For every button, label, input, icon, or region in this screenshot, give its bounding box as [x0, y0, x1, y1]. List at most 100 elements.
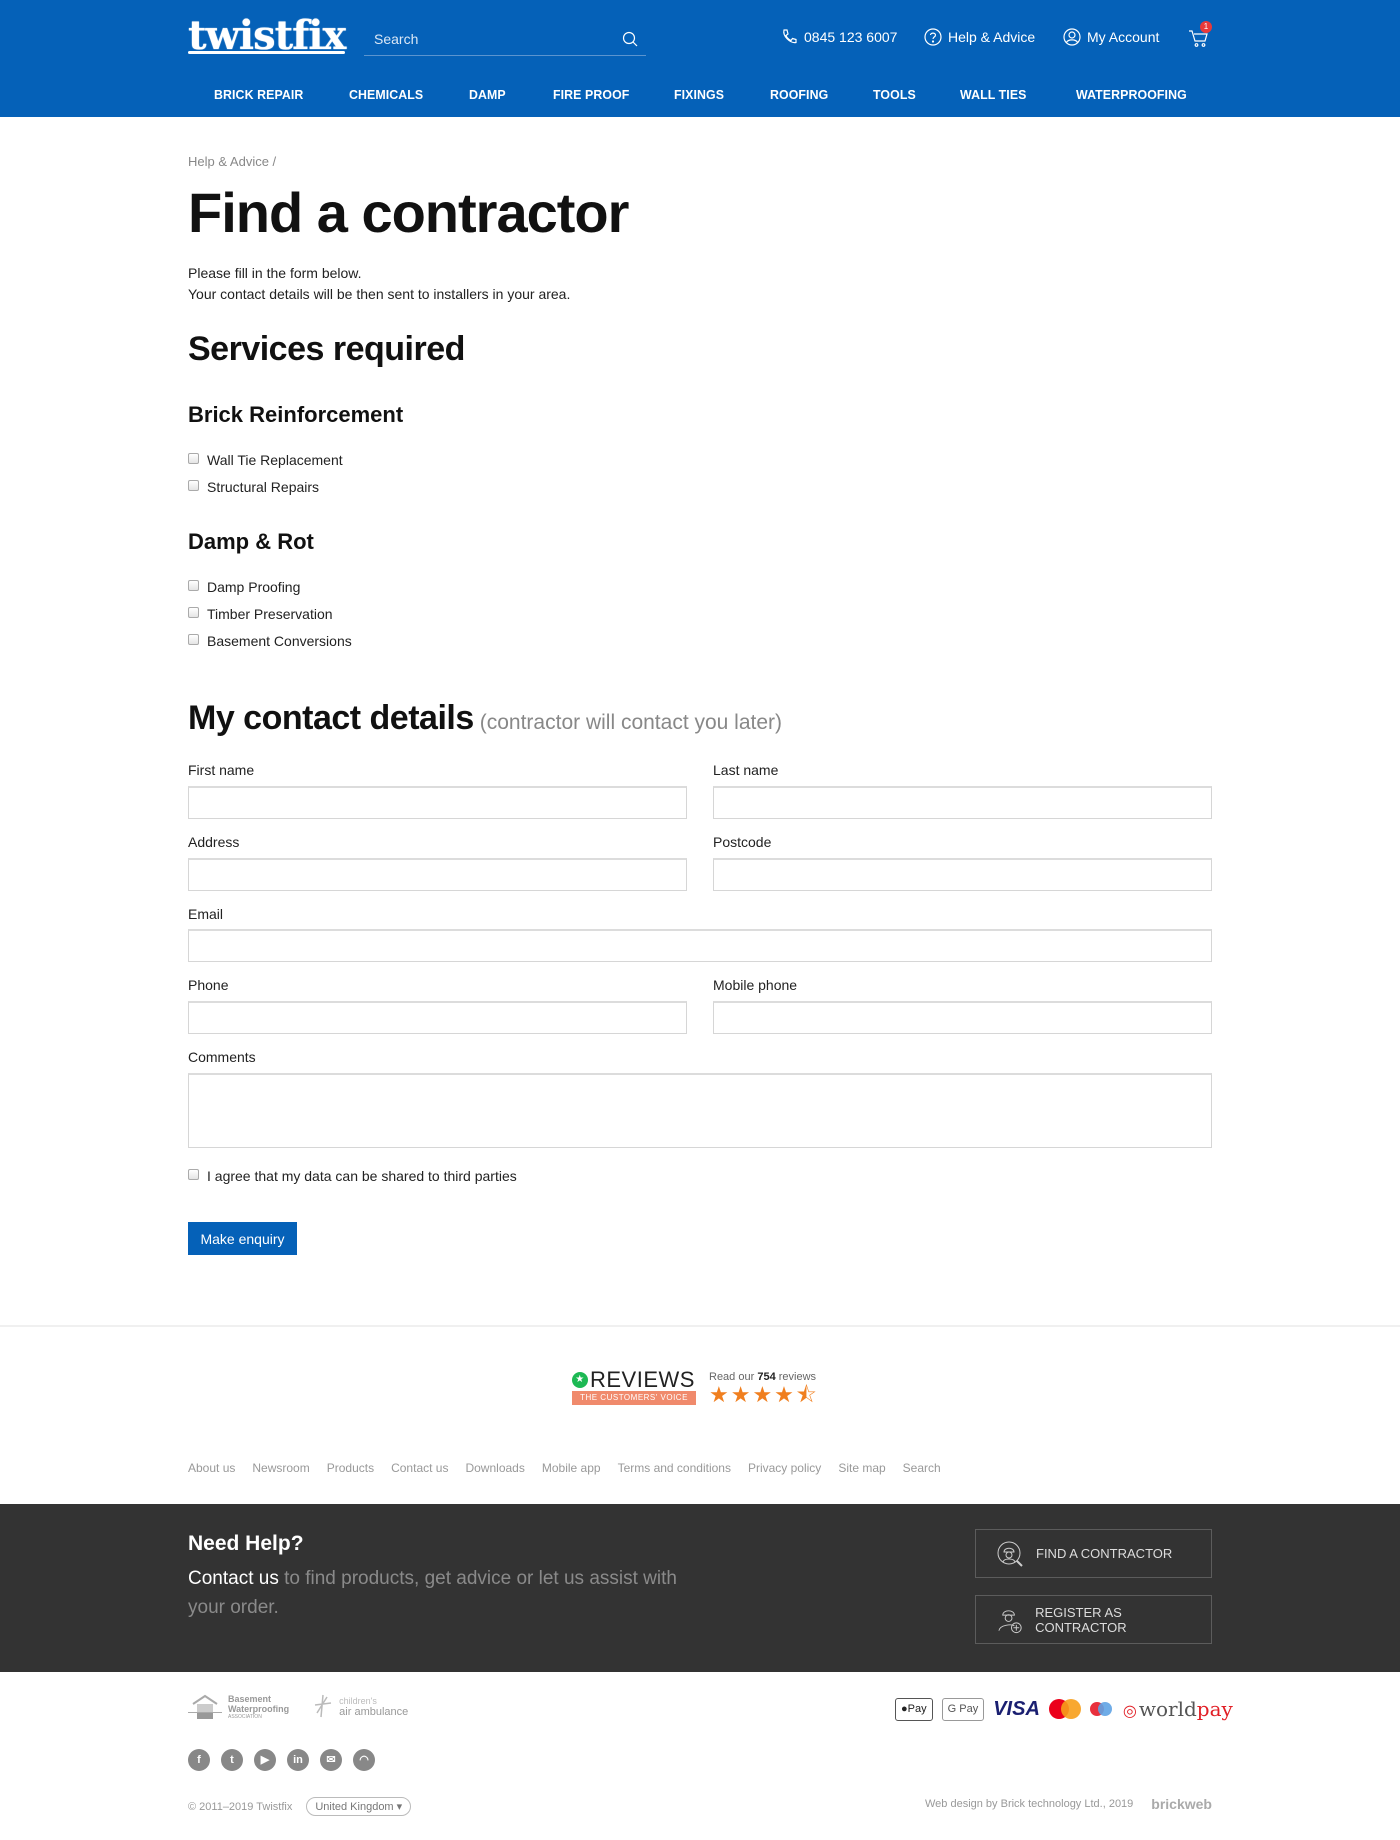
find-contractor-button[interactable]: FIND A CONTRACTOR	[975, 1529, 1212, 1578]
twistfix-logo[interactable]: twistfix	[188, 14, 346, 58]
email-field	[188, 929, 1212, 962]
cart-count-badge: 1	[1200, 21, 1212, 33]
need-help-title: Need Help?	[188, 1532, 304, 1555]
phone-number: 0845 123 6007	[804, 29, 898, 45]
facebook-icon[interactable]: f	[188, 1749, 210, 1771]
star-rating-icon: ★★★★⯪	[709, 1382, 819, 1407]
intro-line-1: Please fill in the form below.	[188, 265, 362, 281]
twitter-icon[interactable]: t	[221, 1749, 243, 1771]
checkbox[interactable]	[188, 479, 199, 491]
footer-link-products[interactable]: Products	[327, 1461, 374, 1475]
checkbox[interactable]	[188, 606, 199, 618]
first-name-input[interactable]	[189, 788, 686, 818]
apple-pay-text: Pay	[907, 1702, 927, 1715]
question-circle-icon	[924, 28, 942, 46]
search-input[interactable]	[364, 24, 604, 54]
payment-methods: ●Pay G Pay VISA ◎ world pay	[895, 1697, 1233, 1721]
services-heading: Services required	[188, 330, 465, 368]
footer-link-about[interactable]: About us	[188, 1461, 235, 1475]
postcode-input[interactable]	[714, 860, 1211, 890]
phone-field	[188, 1001, 687, 1034]
email-icon[interactable]: ✉	[320, 1749, 342, 1771]
search-icon[interactable]	[622, 31, 638, 47]
star-badge-icon: ★	[572, 1372, 588, 1388]
find-contractor-label: FIND A CONTRACTOR	[1036, 1546, 1173, 1561]
reviews-widget[interactable]: ★ REVIEWS THE CUSTOMERS' VOICE Read our …	[572, 1367, 822, 1409]
first-name-label: First name	[188, 762, 255, 778]
checkbox[interactable]	[188, 633, 199, 645]
mobile-phone-input[interactable]	[714, 1003, 1211, 1033]
comments-field	[188, 1073, 1212, 1148]
reviews-logo: ★ REVIEWS	[572, 1367, 695, 1393]
checkbox-basement-conversions[interactable]: Basement Conversions	[188, 633, 352, 649]
postcode-label: Postcode	[713, 834, 772, 850]
checkbox-label: Wall Tie Replacement	[207, 452, 343, 468]
nav-fire-proof[interactable]: FIRE PROOF	[553, 87, 629, 102]
brickweb-logo[interactable]: brickweb	[1151, 1796, 1212, 1812]
page-title: Find a contractor	[188, 181, 629, 244]
footer-link-terms[interactable]: Terms and conditions	[618, 1461, 731, 1475]
country-selector[interactable]: United Kingdom ▾	[306, 1797, 412, 1816]
visa-logo: VISA	[993, 1697, 1040, 1720]
nav-tools[interactable]: TOOLS	[873, 87, 916, 102]
email-input[interactable]	[189, 931, 1211, 961]
credit-text[interactable]: Web design by Brick technology Ltd., 201…	[925, 1798, 1133, 1810]
agree-checkbox-row[interactable]: I agree that my data can be shared to th…	[188, 1168, 517, 1184]
footer-link-search[interactable]: Search	[903, 1461, 941, 1475]
agree-checkbox[interactable]	[188, 1168, 199, 1180]
nav-chemicals[interactable]: CHEMICALS	[349, 87, 423, 102]
checkbox-damp-proofing[interactable]: Damp Proofing	[188, 579, 300, 595]
address-label: Address	[188, 834, 240, 850]
breadcrumb[interactable]: Help & Advice /	[188, 154, 276, 169]
first-name-field	[188, 786, 687, 819]
last-name-input[interactable]	[714, 788, 1211, 818]
help-advice-label: Help & Advice	[948, 29, 1036, 45]
nav-roofing[interactable]: ROOFING	[770, 87, 828, 102]
checkbox-timber-preservation[interactable]: Timber Preservation	[188, 606, 333, 622]
checkbox-wall-tie-replacement[interactable]: Wall Tie Replacement	[188, 452, 343, 468]
basement-waterproofing-association-logo[interactable]: Basement Waterproofing ASSOCIATION	[188, 1693, 289, 1721]
mobile-phone-label: Mobile phone	[713, 977, 798, 993]
apple-pay-logo: ●Pay	[895, 1697, 933, 1721]
youtube-icon[interactable]: ▶	[254, 1749, 276, 1771]
checkbox-structural-repairs[interactable]: Structural Repairs	[188, 479, 319, 495]
bwa-line-2: Waterproofing	[228, 1704, 290, 1714]
maestro-logo	[1089, 1699, 1114, 1719]
phone-input[interactable]	[189, 1003, 686, 1033]
footer-link-privacy[interactable]: Privacy policy	[748, 1461, 821, 1475]
associations: Basement Waterproofing ASSOCIATION child…	[188, 1693, 408, 1721]
mastercard-logo	[1048, 1699, 1081, 1719]
nav-fixings[interactable]: FIXINGS	[674, 87, 724, 102]
footer-link-mobile-app[interactable]: Mobile app	[542, 1461, 601, 1475]
checkbox-label: Structural Repairs	[207, 479, 320, 495]
comments-label: Comments	[188, 1049, 256, 1065]
nav-damp[interactable]: DAMP	[469, 87, 506, 102]
linkedin-icon[interactable]: in	[287, 1749, 309, 1771]
worldpay-globe-icon: ◎	[1122, 1701, 1137, 1720]
nav-waterproofing[interactable]: WATERPROOFING	[1076, 87, 1187, 102]
contact-us-link[interactable]: Contact us	[188, 1568, 279, 1589]
address-input[interactable]	[189, 860, 686, 890]
footer-link-sitemap[interactable]: Site map	[838, 1461, 885, 1475]
register-contractor-button[interactable]: REGISTER AS CONTRACTOR	[975, 1595, 1212, 1644]
footer-link-contact[interactable]: Contact us	[391, 1461, 448, 1475]
nav-brick-repair[interactable]: BRICK REPAIR	[214, 87, 303, 102]
reviews-tagline: THE CUSTOMERS' VOICE	[572, 1391, 696, 1405]
make-enquiry-button[interactable]: Make enquiry	[188, 1222, 297, 1255]
checkbox[interactable]	[188, 452, 199, 464]
group-heading-brick: Brick Reinforcement	[188, 402, 404, 427]
search-bar	[364, 24, 646, 56]
phone-icon	[783, 29, 797, 44]
footer-link-downloads[interactable]: Downloads	[465, 1461, 524, 1475]
footer-link-newsroom[interactable]: Newsroom	[252, 1461, 309, 1475]
help-advice-link[interactable]: Help & Advice	[924, 28, 1035, 46]
register-contractor-label: REGISTER AS CONTRACTOR	[1035, 1604, 1127, 1635]
my-account-link[interactable]: My Account	[1063, 28, 1159, 46]
nav-wall-ties[interactable]: WALL TIES	[960, 87, 1027, 102]
childrens-air-ambulance-logo[interactable]: children's air ambulance	[313, 1693, 408, 1721]
phone-link[interactable]: 0845 123 6007	[780, 28, 897, 46]
comments-textarea[interactable]	[189, 1075, 1211, 1147]
rss-icon[interactable]: ◠	[353, 1749, 375, 1771]
checkbox[interactable]	[188, 579, 199, 591]
postcode-field	[713, 858, 1212, 891]
